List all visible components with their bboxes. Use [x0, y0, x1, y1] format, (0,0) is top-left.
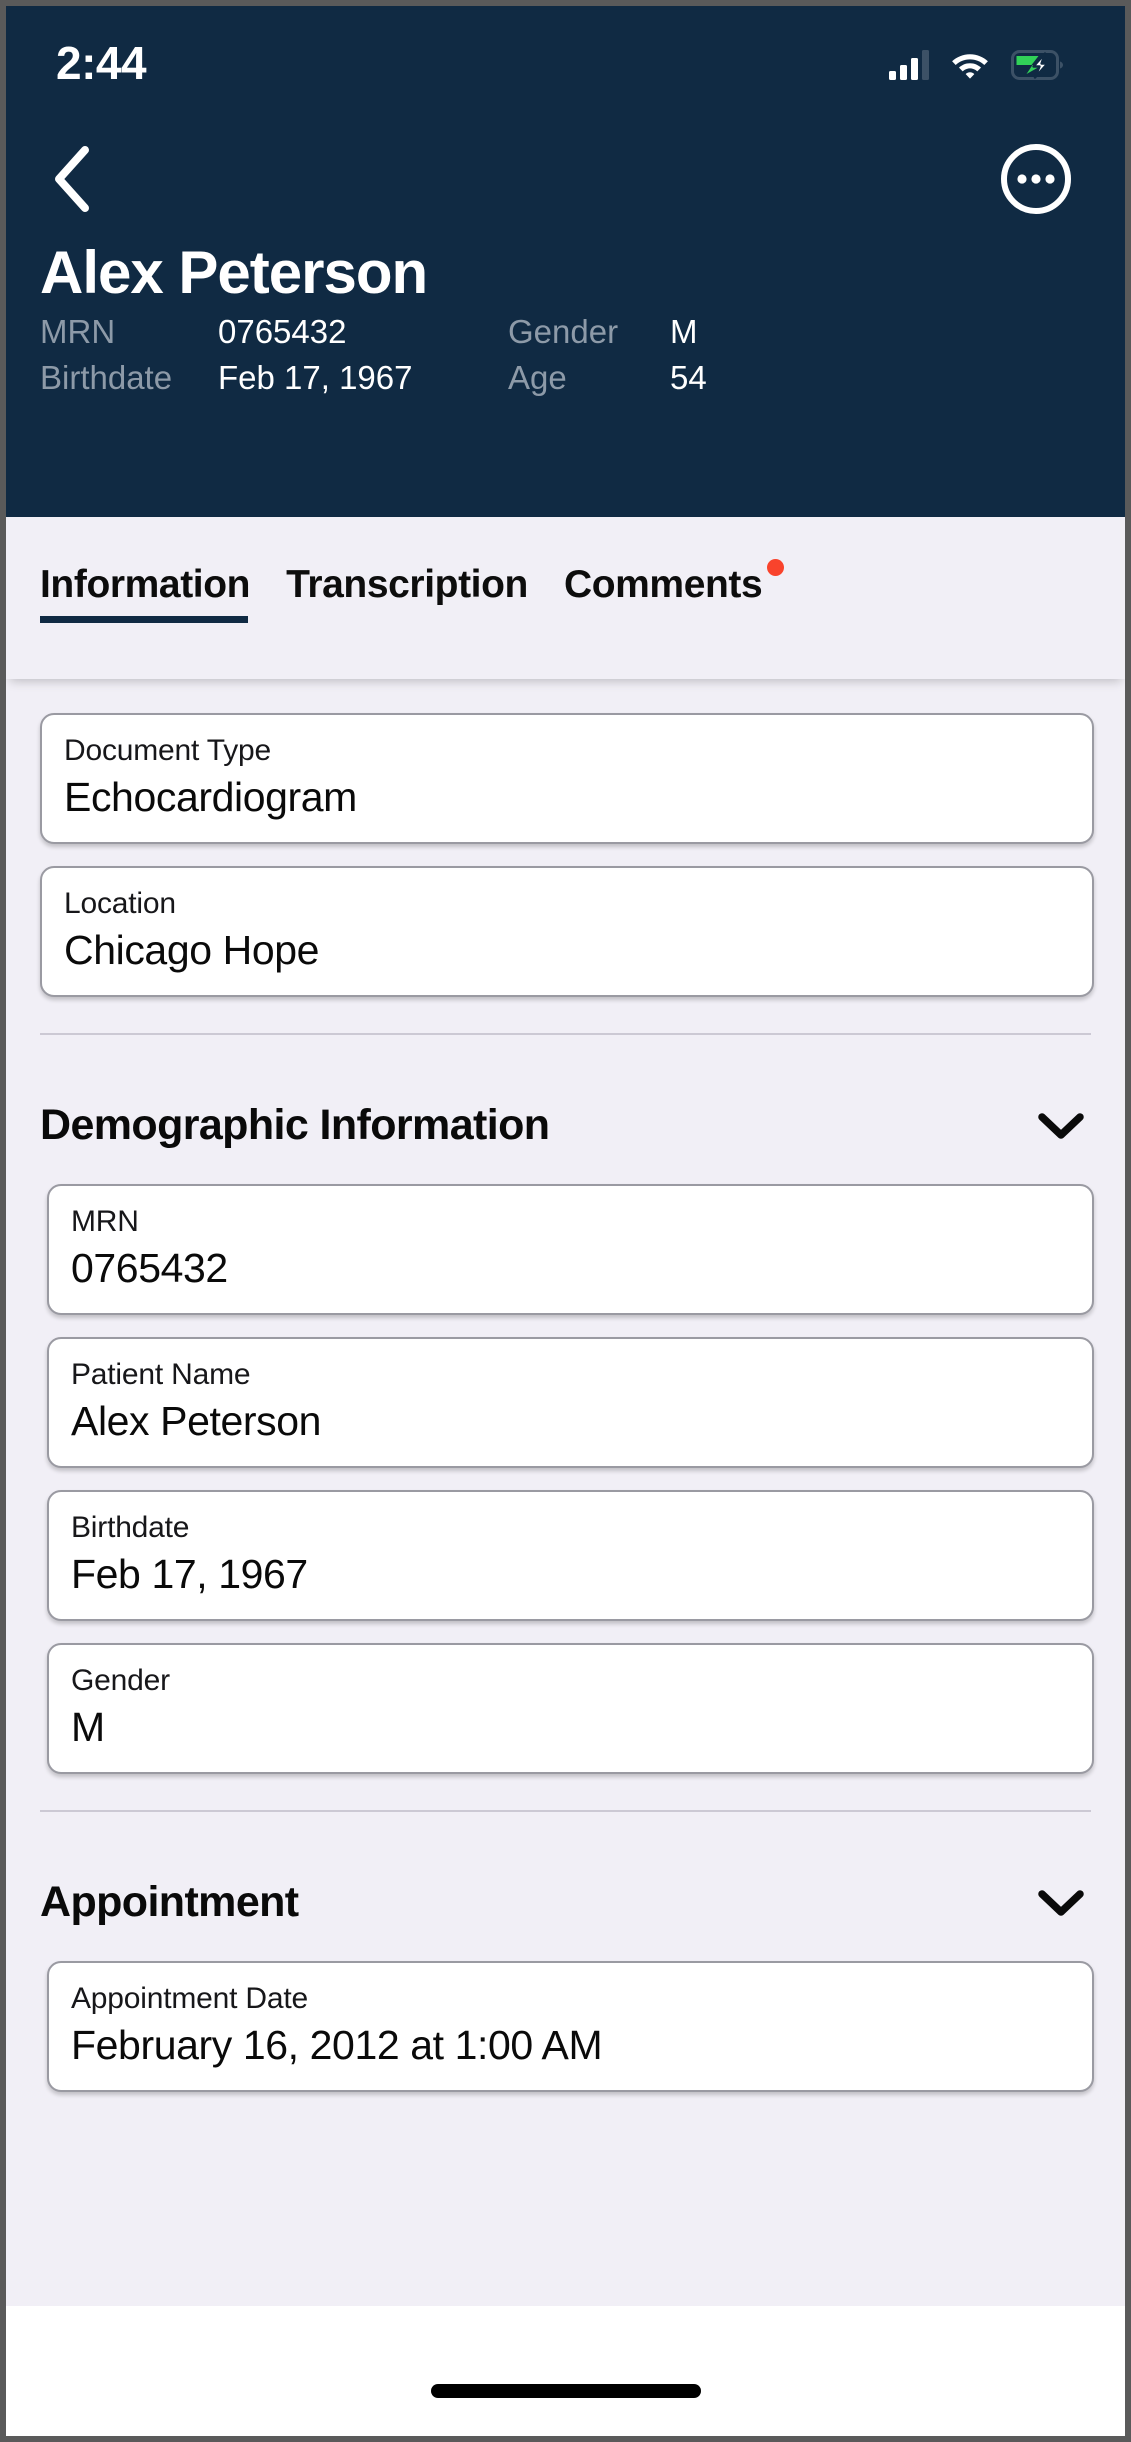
battery-charging-icon: [1011, 50, 1063, 80]
section-divider: [40, 1033, 1091, 1036]
field-value: 0765432: [71, 1245, 228, 1292]
demographic-fields-group: MRN 0765432 Patient Name Alex Peterson B…: [6, 1184, 1125, 1775]
section-title: Demographic Information: [40, 1101, 550, 1150]
cellular-signal-icon: [889, 50, 929, 80]
field-appointment-date[interactable]: Appointment Date February 16, 2012 at 1:…: [47, 1961, 1094, 2093]
field-location[interactable]: Location Chicago Hope: [40, 866, 1094, 998]
status-bar-icons: [889, 50, 1063, 80]
tab-transcription-label: Transcription: [286, 563, 528, 606]
field-value: Chicago Hope: [64, 927, 320, 974]
tab-comments[interactable]: Comments: [563, 559, 785, 623]
gender-label: Gender: [508, 313, 619, 351]
field-value: Alex Peterson: [71, 1398, 322, 1445]
information-panel[interactable]: Document Type Echocardiogram Location Ch…: [6, 679, 1125, 2367]
home-indicator-bar: [6, 2306, 1125, 2436]
comments-badge-dot: [767, 559, 785, 576]
mrn-value: 0765432: [218, 313, 347, 351]
status-bar-clock: 2:44: [56, 37, 147, 89]
page-title: Alex Peterson: [40, 239, 428, 306]
demographic-collapse-toggle[interactable]: [1035, 1105, 1087, 1147]
field-label: Patient Name: [71, 1358, 251, 1392]
field-mrn[interactable]: MRN 0765432: [47, 1184, 1094, 1316]
tab-information-label: Information: [40, 563, 251, 606]
field-gender[interactable]: Gender M: [47, 1643, 1094, 1775]
more-options-icon: [1001, 144, 1071, 214]
patient-meta: MRN 0765432 Gender M Birthdate Feb 17, 1…: [6, 307, 1125, 399]
field-birthdate[interactable]: Birthdate Feb 17, 1967: [47, 1490, 1094, 1622]
mrn-label: MRN: [40, 313, 116, 351]
status-bar: 2:44: [6, 6, 1125, 124]
field-value: February 16, 2012 at 1:00 AM: [71, 2022, 603, 2069]
navigation-row: [6, 124, 1125, 234]
field-document-type[interactable]: Document Type Echocardiogram: [40, 713, 1094, 845]
section-title: Appointment: [40, 1878, 299, 1927]
tab-transcription[interactable]: Transcription: [286, 563, 528, 623]
section-divider: [40, 1810, 1091, 1813]
tab-bar: Information Transcription Comments: [6, 517, 1125, 679]
appointment-collapse-toggle[interactable]: [1035, 1882, 1087, 1924]
field-label: Appointment Date: [71, 1982, 308, 2016]
field-patient-name[interactable]: Patient Name Alex Peterson: [47, 1337, 1094, 1469]
tab-information[interactable]: Information: [40, 563, 250, 623]
field-value: Feb 17, 1967: [71, 1551, 308, 1598]
field-label: Location: [64, 887, 176, 921]
tab-comments-label: Comments: [563, 563, 763, 606]
gender-value: M: [670, 313, 698, 351]
field-label: Birthdate: [71, 1511, 190, 1545]
chevron-down-icon: [1038, 1112, 1084, 1139]
age-value: 54: [670, 359, 707, 397]
birthdate-value: Feb 17, 1967: [218, 359, 413, 397]
field-label: MRN: [71, 1205, 139, 1239]
home-indicator[interactable]: [430, 2384, 701, 2398]
document-fields-group: Document Type Echocardiogram Location Ch…: [6, 713, 1125, 998]
section-header-demographic[interactable]: Demographic Information: [6, 1101, 1125, 1150]
wifi-icon: [952, 54, 988, 79]
more-options-button[interactable]: [999, 142, 1073, 216]
appointment-fields-group: Appointment Date February 16, 2012 at 1:…: [6, 1961, 1125, 2093]
phone-screen: 2:44 Alex Peterson MRN 0765432 Gender M …: [6, 6, 1125, 2436]
field-label: Gender: [71, 1664, 170, 1698]
field-label: Document Type: [64, 734, 271, 767]
birthdate-label: Birthdate: [40, 359, 173, 397]
chevron-left-icon: [55, 146, 89, 212]
back-button[interactable]: [36, 144, 106, 214]
field-value: Echocardiogram: [64, 774, 357, 820]
section-header-appointment[interactable]: Appointment: [6, 1878, 1125, 1927]
chevron-down-icon: [1038, 1889, 1084, 1916]
patient-header: 2:44 Alex Peterson MRN 0765432 Gender M …: [6, 6, 1125, 517]
age-label: Age: [508, 359, 567, 397]
field-value: M: [71, 1704, 105, 1751]
